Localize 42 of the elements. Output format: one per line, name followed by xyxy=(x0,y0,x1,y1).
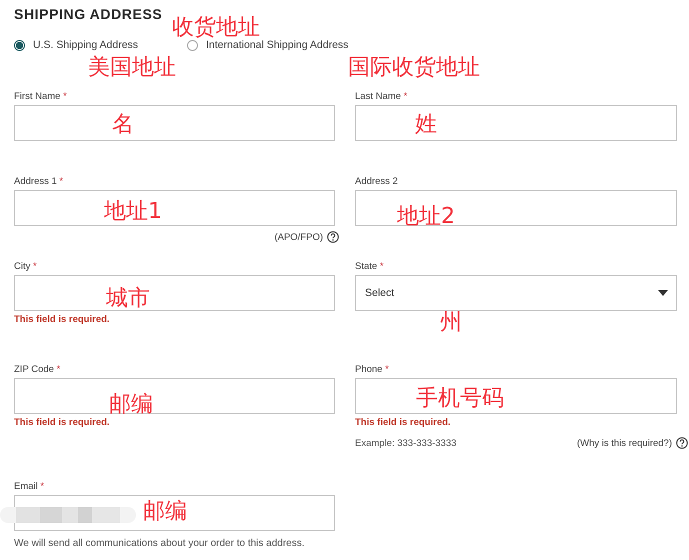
input-field[interactable] xyxy=(14,190,335,226)
input-field[interactable] xyxy=(14,105,335,141)
annotation-text: 手机号码 xyxy=(416,387,504,411)
field-label: City * xyxy=(14,261,37,274)
field-label: Last Name * xyxy=(355,91,408,104)
annotation-text: 州 xyxy=(440,311,462,335)
annotation-text: 城市 xyxy=(106,287,150,311)
input-field[interactable] xyxy=(14,378,335,414)
annotation-text: 收货地址 xyxy=(172,16,260,40)
annotation-text: 美国地址 xyxy=(88,56,176,80)
annotation-text: 地址2 xyxy=(397,205,455,229)
input-field[interactable] xyxy=(14,275,335,311)
error-message: This field is required. xyxy=(14,314,110,325)
select-dropdown[interactable]: Select xyxy=(355,275,677,311)
error-message: This field is required. xyxy=(14,417,110,428)
field-label: Phone * xyxy=(355,364,389,377)
field-label: State * xyxy=(355,261,384,274)
annotation-text: 邮编 xyxy=(143,500,187,524)
annotation-text: 姓 xyxy=(415,113,437,137)
field-label: Email * xyxy=(14,481,44,494)
annotation-text: 国际收货地址 xyxy=(348,56,480,80)
hint-text: Example: 333-333-3333 xyxy=(355,438,456,448)
annotation-text: 地址1 xyxy=(104,200,162,224)
caret-icon xyxy=(658,290,668,296)
field-label: First Name * xyxy=(14,91,67,104)
field-label: Address 1 * xyxy=(14,176,64,189)
field-label: Address 2 xyxy=(355,176,398,189)
section-heading: SHIPPING ADDRESS xyxy=(14,6,162,22)
radio-option[interactable]: International Shipping Address xyxy=(187,39,348,51)
error-message: This field is required. xyxy=(355,417,451,428)
annotation-text: 名 xyxy=(112,113,134,137)
help-link[interactable]: (APO/FPO) xyxy=(274,232,323,242)
help-icon[interactable] xyxy=(676,437,688,449)
input-field[interactable] xyxy=(355,105,677,141)
input-field[interactable] xyxy=(355,378,677,414)
help-link[interactable]: (Why is this required?) xyxy=(576,438,672,448)
help-icon[interactable] xyxy=(327,231,339,243)
field-label: ZIP Code * xyxy=(14,364,60,377)
input-field[interactable] xyxy=(355,190,677,226)
radio-option[interactable]: U.S. Shipping Address xyxy=(14,39,138,51)
annotation-text: 邮编 xyxy=(109,393,153,417)
hint-text: We will send all communications about your order to this address. xyxy=(14,538,306,549)
